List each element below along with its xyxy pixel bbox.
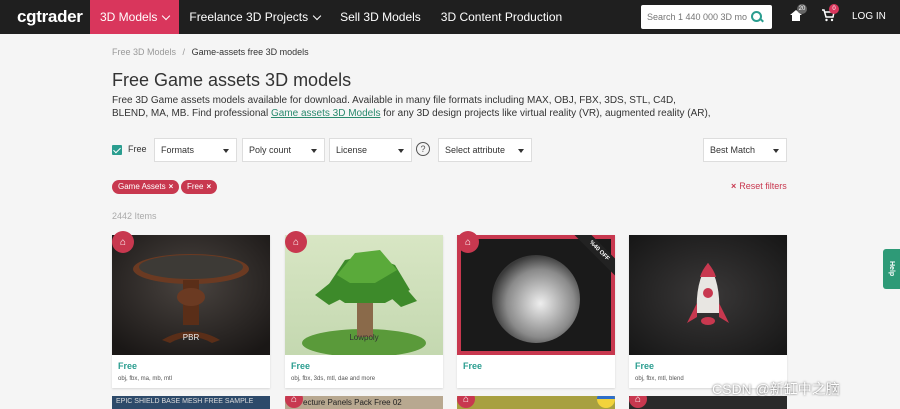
fav-badge-icon[interactable]: ⌂ bbox=[112, 231, 134, 253]
product-price: Free bbox=[635, 361, 655, 371]
fav-badge-icon[interactable]: ⌂ bbox=[457, 396, 475, 408]
notifications-badge: 20 bbox=[797, 4, 807, 14]
help-icon[interactable]: ? bbox=[416, 142, 430, 156]
tag-label: Free bbox=[187, 182, 204, 191]
nav-3d-models[interactable]: 3D Models bbox=[90, 0, 180, 34]
nav-freelance[interactable]: Freelance 3D Projects bbox=[179, 0, 330, 34]
partial-card-text: ecture Panels Pack Free 02 bbox=[303, 398, 402, 407]
fav-badge-icon[interactable]: ⌂ bbox=[285, 231, 307, 253]
product-formats: obj, fbx, ma, mb, mtl bbox=[118, 376, 173, 382]
watermark: CSDN @新缸中之脑 bbox=[712, 381, 840, 397]
breadcrumb-separator: / bbox=[182, 47, 186, 57]
caret-down-icon bbox=[223, 149, 229, 153]
product-image[interactable]: Lowpoly bbox=[285, 235, 443, 355]
page-description: Free 3D Game assets models available for… bbox=[112, 94, 712, 120]
product-price: Free bbox=[463, 361, 483, 371]
toy-rocket-icon bbox=[629, 235, 787, 355]
product-formats: obj, fbx, mtl, blend bbox=[635, 376, 684, 382]
item-count: 2442 Items bbox=[112, 211, 157, 221]
ukraine-flag-icon bbox=[597, 396, 615, 408]
poly-count-select[interactable]: Poly count bbox=[242, 138, 325, 162]
formats-select[interactable]: Formats bbox=[154, 138, 237, 162]
free-checkbox[interactable] bbox=[112, 145, 122, 155]
poly-count-select-label: Poly count bbox=[249, 145, 292, 155]
nav-sell[interactable]: Sell 3D Models bbox=[330, 0, 431, 34]
product-card[interactable]: ⌂ PBR Free obj, fbx, ma, mb, mtl bbox=[112, 231, 270, 388]
product-image[interactable]: %40 OFF bbox=[457, 235, 615, 355]
product-card-partial[interactable]: ⌂ bbox=[457, 396, 615, 409]
product-price: Free bbox=[118, 361, 138, 371]
nav-3d-models-label: 3D Models bbox=[100, 10, 158, 24]
formats-select-label: Formats bbox=[161, 145, 195, 155]
help-tab[interactable]: Help bbox=[883, 249, 900, 289]
login-link[interactable]: LOG IN bbox=[852, 11, 886, 22]
search-box bbox=[641, 5, 772, 29]
sort-select[interactable]: Best Match bbox=[703, 138, 787, 162]
product-card[interactable]: ⌂ %40 OFF Free bbox=[457, 231, 615, 388]
breadcrumb: Free 3D Models / Game-assets free 3D mod… bbox=[112, 47, 309, 57]
attribute-select[interactable]: Select attribute bbox=[438, 138, 532, 162]
caret-down-icon bbox=[398, 149, 404, 153]
close-icon[interactable]: × bbox=[169, 182, 174, 191]
reset-filters-link[interactable]: × Reset filters bbox=[731, 181, 787, 191]
product-image[interactable] bbox=[629, 235, 787, 355]
tag-free[interactable]: Free × bbox=[181, 180, 218, 194]
license-select-label: License bbox=[336, 145, 368, 155]
nav-content-production[interactable]: 3D Content Production bbox=[431, 0, 572, 34]
product-card-partial[interactable]: ⌂ ecture Panels Pack Free 02 bbox=[285, 396, 443, 409]
reset-filters-label: Reset filters bbox=[739, 181, 787, 191]
caret-down-icon bbox=[773, 149, 779, 153]
sort-select-label: Best Match bbox=[710, 145, 756, 155]
nav-sell-label: Sell 3D Models bbox=[340, 10, 421, 24]
metal-sphere-icon bbox=[457, 235, 615, 355]
product-price: Free bbox=[291, 361, 311, 371]
product-card[interactable]: Free obj, fbx, mtl, blend bbox=[629, 235, 787, 388]
breadcrumb-root[interactable]: Free 3D Models bbox=[112, 47, 176, 57]
filter-bar: Free Formats Poly count License ? Select… bbox=[112, 138, 788, 162]
page-title: Free Game assets 3D models bbox=[112, 70, 352, 90]
product-image[interactable]: PBR bbox=[112, 235, 270, 355]
tag-game-assets[interactable]: Game Assets × bbox=[112, 180, 180, 194]
product-formats: obj, fbx, 3ds, mtl, dae and more bbox=[291, 376, 376, 382]
breadcrumb-current: Game-assets free 3D models bbox=[191, 47, 309, 57]
fav-badge-icon[interactable]: ⌂ bbox=[629, 396, 647, 408]
image-label: Lowpoly bbox=[349, 333, 379, 342]
cart-badge: 0 bbox=[829, 4, 839, 14]
logo[interactable]: cgtrader bbox=[17, 7, 90, 27]
search-input[interactable] bbox=[641, 12, 747, 22]
close-icon[interactable]: × bbox=[206, 182, 211, 191]
license-select[interactable]: License bbox=[329, 138, 412, 162]
nav-freelance-label: Freelance 3D Projects bbox=[189, 10, 309, 24]
caret-down-icon bbox=[518, 149, 524, 153]
free-checkbox-label[interactable]: Free bbox=[128, 144, 147, 154]
chevron-down-icon bbox=[312, 11, 322, 20]
chevron-down-icon bbox=[162, 11, 171, 20]
caret-down-icon bbox=[311, 149, 317, 153]
partial-card-text: EPIC SHIELD BASE MESH FREE SAMPLE bbox=[116, 398, 254, 405]
fav-badge-icon[interactable]: ⌂ bbox=[285, 396, 303, 408]
nav-content-production-label: 3D Content Production bbox=[440, 10, 563, 24]
image-label: PBR bbox=[182, 333, 200, 342]
search-icon[interactable] bbox=[751, 11, 763, 23]
attribute-select-label: Select attribute bbox=[445, 145, 506, 155]
fav-badge-icon[interactable]: ⌂ bbox=[457, 231, 479, 253]
notifications-button[interactable]: 20 bbox=[787, 4, 807, 25]
description-link[interactable]: Game assets 3D Models bbox=[271, 108, 381, 119]
cart-button[interactable]: 0 bbox=[819, 4, 839, 25]
product-card-partial[interactable]: EPIC SHIELD BASE MESH FREE SAMPLE bbox=[112, 396, 270, 409]
product-card[interactable]: ⌂ Lowpoly Free obj, fbx, 3ds, mtl, dae a… bbox=[285, 231, 443, 388]
close-icon: × bbox=[731, 181, 737, 191]
tag-label: Game Assets bbox=[118, 182, 166, 191]
